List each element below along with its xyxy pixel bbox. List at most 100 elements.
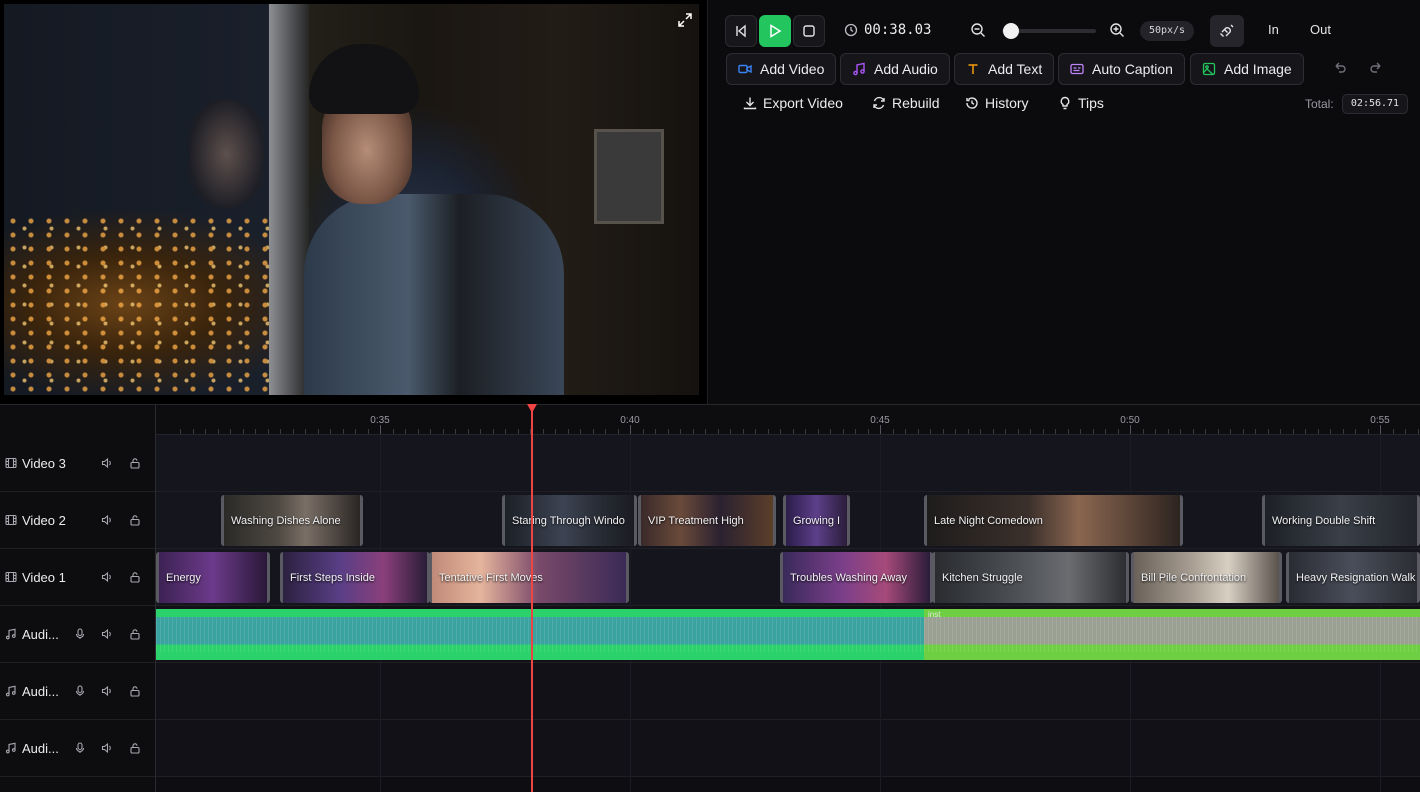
volume-icon[interactable] bbox=[101, 514, 113, 526]
volume-icon[interactable] bbox=[101, 685, 113, 697]
volume-icon[interactable] bbox=[101, 571, 113, 583]
video-clip[interactable]: Heavy Resignation Walk bbox=[1286, 552, 1420, 603]
history-button[interactable]: History bbox=[965, 95, 1029, 111]
track-name: Audi... bbox=[22, 683, 59, 699]
clip-label: First Steps Inside bbox=[290, 572, 375, 584]
lock-icon[interactable] bbox=[129, 628, 141, 640]
add-text-button[interactable]: Add Text bbox=[954, 53, 1055, 85]
mark-out-button[interactable]: Out bbox=[1310, 22, 1331, 37]
ruler-tick bbox=[680, 429, 681, 434]
audio-waveform bbox=[924, 617, 1420, 652]
ruler-tick bbox=[1380, 425, 1381, 434]
tips-button[interactable]: Tips bbox=[1058, 95, 1104, 111]
zoom-in-icon[interactable] bbox=[1109, 22, 1125, 38]
lock-icon[interactable] bbox=[129, 685, 141, 697]
ruler-tick bbox=[492, 429, 494, 434]
lock-icon[interactable] bbox=[129, 742, 141, 754]
rebuild-label: Rebuild bbox=[892, 95, 940, 111]
ruler-tick bbox=[542, 429, 544, 434]
add-image-button[interactable]: Add Image bbox=[1190, 53, 1304, 85]
stop-button[interactable] bbox=[793, 15, 825, 47]
magnet-icon bbox=[1210, 15, 1244, 47]
zoom-slider-knob[interactable] bbox=[1003, 23, 1019, 39]
ruler-tick bbox=[855, 429, 856, 434]
ruler-tick bbox=[967, 429, 969, 434]
ruler-tick bbox=[280, 429, 281, 434]
add-video-button[interactable]: Add Video bbox=[726, 53, 837, 85]
window-reflection bbox=[189, 99, 264, 209]
ruler-tick bbox=[1105, 429, 1106, 434]
auto-caption-button[interactable]: Auto Caption bbox=[1058, 53, 1185, 85]
video-clip[interactable]: Tentative First Moves bbox=[429, 552, 629, 603]
volume-icon[interactable] bbox=[101, 628, 113, 640]
playhead[interactable] bbox=[531, 404, 533, 792]
ruler-tick bbox=[467, 429, 469, 434]
skip-to-start-button[interactable] bbox=[725, 15, 757, 47]
export-video-button[interactable]: Export Video bbox=[743, 95, 843, 111]
video-clip[interactable]: Bill Pile Confrontation bbox=[1131, 552, 1282, 603]
fullscreen-icon[interactable] bbox=[675, 12, 695, 32]
microphone-icon[interactable] bbox=[74, 742, 86, 754]
volume-icon[interactable] bbox=[101, 457, 113, 469]
video-clip[interactable]: Energy bbox=[156, 552, 270, 603]
video-clip[interactable]: Troubles Washing Away bbox=[780, 552, 933, 603]
clip-label: Washing Dishes Alone bbox=[231, 515, 341, 527]
track-header: Audi... bbox=[0, 663, 155, 720]
ruler-tick bbox=[205, 429, 206, 434]
zoom-out-icon[interactable] bbox=[970, 22, 986, 38]
undo-icon[interactable] bbox=[1332, 60, 1352, 78]
ruler-tick bbox=[1092, 429, 1094, 434]
ruler-tick bbox=[955, 429, 956, 434]
video-clip[interactable]: First Steps Inside bbox=[280, 552, 430, 603]
ruler-tick bbox=[942, 429, 944, 434]
track-header: Audi... bbox=[0, 720, 155, 777]
add-audio-button[interactable]: Add Audio bbox=[840, 53, 950, 85]
play-button[interactable] bbox=[759, 15, 791, 47]
audio-clip[interactable] bbox=[156, 609, 924, 660]
video-clip[interactable]: VIP Treatment High bbox=[638, 495, 776, 546]
video-clip[interactable]: Kitchen Struggle bbox=[932, 552, 1129, 603]
video-clip[interactable]: Working Double Shift bbox=[1262, 495, 1420, 546]
redo-icon[interactable] bbox=[1368, 60, 1388, 78]
ruler-tick bbox=[567, 429, 569, 434]
ruler-label: 0:55 bbox=[1370, 415, 1390, 426]
clip-label: Growing I bbox=[793, 515, 841, 527]
video-clip[interactable]: Growing I bbox=[783, 495, 850, 546]
ruler-tick bbox=[417, 429, 419, 434]
ruler-tick bbox=[180, 429, 181, 434]
rebuild-button[interactable]: Rebuild bbox=[872, 95, 939, 111]
ruler-tick bbox=[330, 429, 331, 434]
video-clip[interactable]: Washing Dishes Alone bbox=[221, 495, 363, 546]
lock-icon[interactable] bbox=[129, 571, 141, 583]
ruler-tick bbox=[317, 429, 319, 434]
snap-button[interactable] bbox=[1210, 15, 1244, 47]
video-clip[interactable]: Staring Through Windo bbox=[502, 495, 637, 546]
ruler-tick bbox=[642, 429, 644, 434]
video-clip[interactable]: Late Night Comedown bbox=[924, 495, 1183, 546]
audio-clip[interactable]: inst bbox=[924, 609, 1420, 660]
ruler-tick bbox=[980, 429, 981, 434]
audio-clip-label: inst bbox=[928, 610, 941, 619]
time-ruler[interactable]: 0:35 0:40 0:45 0:50 0:55 bbox=[156, 405, 1420, 435]
mark-in-button[interactable]: In bbox=[1268, 22, 1279, 37]
ruler-tick bbox=[667, 429, 669, 434]
microphone-icon[interactable] bbox=[74, 685, 86, 697]
ruler-tick bbox=[392, 429, 394, 434]
track-headers: Video 3 Video 2 Video 1 Audi... Audi... Audi.… bbox=[0, 405, 156, 792]
volume-icon[interactable] bbox=[101, 742, 113, 754]
ruler-tick bbox=[242, 429, 244, 434]
track-header: Video 2 bbox=[0, 492, 155, 549]
ruler-tick bbox=[192, 429, 194, 434]
zoom-level-badge: 50px/s bbox=[1140, 21, 1194, 41]
playhead-handle[interactable] bbox=[527, 404, 537, 413]
track-name: Video 1 bbox=[22, 569, 66, 585]
lock-icon[interactable] bbox=[129, 514, 141, 526]
zoom-slider[interactable] bbox=[1002, 23, 1096, 39]
microphone-icon[interactable] bbox=[74, 628, 86, 640]
ruler-tick bbox=[380, 425, 381, 434]
ruler-tick bbox=[1292, 429, 1294, 434]
ruler-tick bbox=[867, 429, 869, 434]
ruler-tick bbox=[717, 429, 719, 434]
lock-icon[interactable] bbox=[129, 457, 141, 469]
ruler-tick bbox=[655, 429, 656, 434]
